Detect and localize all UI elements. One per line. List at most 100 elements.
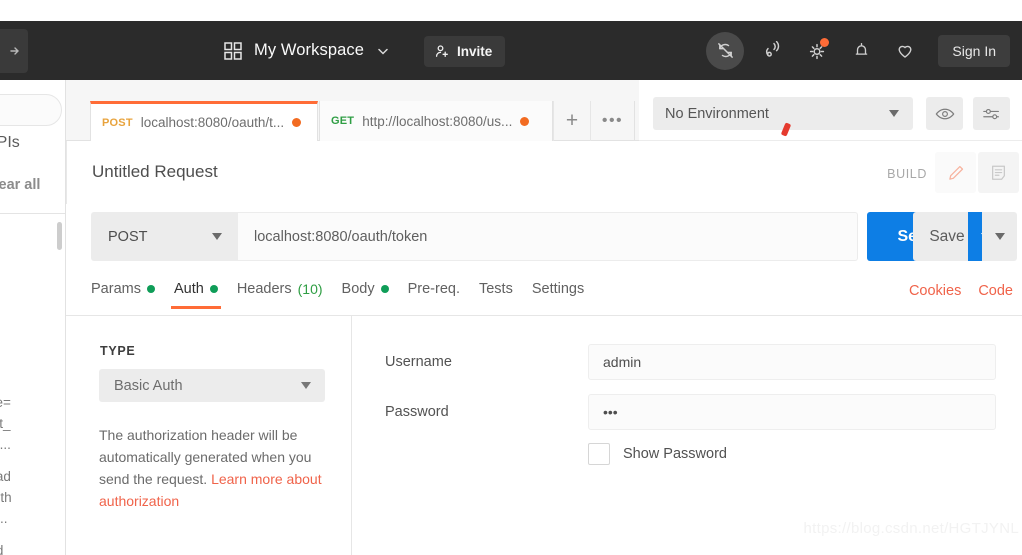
workspace-selector[interactable]: My Workspace <box>224 21 390 80</box>
tab-tests-label: Tests <box>478 281 513 297</box>
tab-url-label: http://localhost:8080/us... <box>362 113 513 129</box>
sign-in-label: Sign In <box>952 42 996 59</box>
tab-auth[interactable]: Auth <box>170 281 221 309</box>
sidebar-item-apis[interactable]: APIs <box>0 134 20 152</box>
request-title-row: Untitled Request BUILD <box>66 141 1022 204</box>
tab-headers[interactable]: Headers (10) <box>237 281 323 309</box>
username-row: Username admin <box>385 344 996 380</box>
tab-prerequest[interactable]: Pre-req. <box>408 281 460 309</box>
tab-params[interactable]: Params <box>91 281 155 309</box>
sidebar-clear-all-button[interactable]: Clear all <box>0 177 40 193</box>
show-password-checkbox[interactable] <box>588 443 610 465</box>
workspace-name: My Workspace <box>254 41 365 59</box>
auth-credentials-panel: Username admin Password ••• Show Passwor… <box>352 316 1022 555</box>
chevron-down-icon <box>378 48 388 55</box>
sliders-icon <box>982 108 999 119</box>
password-input[interactable]: ••• <box>588 394 996 430</box>
save-options-button[interactable] <box>982 212 1017 261</box>
environment-quick-look-button[interactable] <box>926 97 963 130</box>
build-mode-label: BUILD <box>887 167 927 181</box>
sync-off-glyph <box>717 43 733 58</box>
cookies-link[interactable]: Cookies <box>909 283 961 299</box>
auth-type-panel: TYPE Basic Auth The authorization header… <box>66 316 352 555</box>
eye-icon <box>935 108 954 119</box>
headers-count: (10) <box>297 281 323 297</box>
environment-settings-button[interactable] <box>973 97 1010 130</box>
bell-icon[interactable] <box>846 36 876 66</box>
params-indicator-dot <box>146 285 155 293</box>
tab-headers-label: Headers <box>236 281 292 297</box>
bell-glyph <box>855 42 868 55</box>
environment-bar: No Environment <box>639 80 1022 141</box>
request-tab-1[interactable]: POST localhost:8080/oauth/t... <box>90 101 318 141</box>
http-method-selector[interactable]: POST <box>91 212 238 261</box>
body-indicator-dot <box>380 285 389 293</box>
tab-settings-label: Settings <box>531 281 585 297</box>
tab-unsaved-dot <box>520 116 530 126</box>
environment-selector[interactable]: No Environment <box>653 97 913 130</box>
document-icon <box>992 165 1005 180</box>
auth-type-selector[interactable]: Basic Auth <box>99 369 325 402</box>
header-left-cutoff-button[interactable] <box>0 29 28 73</box>
tab-body[interactable]: Body <box>342 281 389 309</box>
http-method-value: POST <box>108 228 148 245</box>
tab-settings[interactable]: Settings <box>532 281 584 309</box>
code-link[interactable]: Code <box>978 283 1013 299</box>
broadcast-glyph <box>766 40 780 57</box>
apps-grid-icon <box>224 41 242 60</box>
username-value: admin <box>603 354 642 370</box>
show-password-toggle[interactable]: Show Password <box>588 443 727 465</box>
username-input[interactable]: admin <box>588 344 996 380</box>
username-label: Username <box>385 354 452 370</box>
sidebar-search-pill[interactable] <box>0 94 62 126</box>
request-docs-button[interactable] <box>978 152 1019 193</box>
show-password-label: Show Password <box>623 446 727 462</box>
heart-icon[interactable] <box>890 36 920 66</box>
tab-params-label: Params <box>91 281 141 297</box>
list-item[interactable]: _type=direct_=2s0... <box>0 392 11 455</box>
chevron-down-icon <box>994 233 1005 240</box>
broadcast-icon[interactable] <box>758 36 788 66</box>
auth-type-label: TYPE <box>100 344 136 358</box>
edit-request-button[interactable] <box>935 152 976 193</box>
sidebar-divider <box>0 213 65 214</box>
tab-body-label: Body <box>341 281 375 297</box>
heart-glyph <box>898 45 912 58</box>
person-add-icon <box>435 45 448 58</box>
tab-tests[interactable]: Tests <box>479 281 513 309</box>
new-tab-button[interactable]: + <box>553 101 590 141</box>
invite-label: Invite <box>457 44 493 59</box>
postman-app-window: My Workspace Invite Sign In Is ear all =… <box>0 0 1022 555</box>
password-label: Password <box>385 404 449 420</box>
tab-unsaved-dot <box>292 118 302 127</box>
tab-method-label: POST <box>102 116 133 129</box>
environment-selected-label: No Environment <box>665 105 769 122</box>
list-item[interactable]: _id=ade=autht_uri... <box>0 466 12 529</box>
chevron-down-icon <box>301 382 311 389</box>
sync-off-icon[interactable] <box>706 31 745 70</box>
auth-description: The authorization header will be automat… <box>99 424 329 512</box>
auth-indicator-dot <box>209 285 218 293</box>
list-item[interactable]: id=ad <box>0 540 3 555</box>
tab-method-label: GET <box>331 115 355 127</box>
request-tab-2[interactable]: GET http://localhost:8080/us... <box>319 101 553 141</box>
tab-auth-label: Auth <box>173 281 204 297</box>
invite-button[interactable]: Invite <box>424 36 506 67</box>
url-input[interactable]: localhost:8080/oauth/token <box>238 212 858 261</box>
pencil-icon <box>948 165 963 180</box>
chevron-down-icon <box>889 110 899 117</box>
sidebar-scrollbar[interactable] <box>57 222 62 250</box>
app-header-bar: My Workspace Invite Sign In <box>0 21 1022 80</box>
request-section-tabs: Params Auth Headers (10) Body Pre-req. T… <box>91 281 651 316</box>
chevron-down-icon <box>212 233 222 240</box>
sign-in-button[interactable]: Sign In <box>938 34 1010 67</box>
password-value: ••• <box>603 404 618 420</box>
arrow-icon <box>10 47 19 55</box>
password-row: Password ••• <box>385 394 996 430</box>
gear-icon[interactable] <box>802 36 832 66</box>
tab-options-button[interactable]: ••• <box>590 101 635 141</box>
left-sidebar: APIs Clear all _type=direct_=2s0... _id=… <box>0 80 66 555</box>
save-label: Save <box>929 227 965 245</box>
gear-notification-badge <box>820 37 830 47</box>
page-title: Untitled Request <box>92 162 218 181</box>
